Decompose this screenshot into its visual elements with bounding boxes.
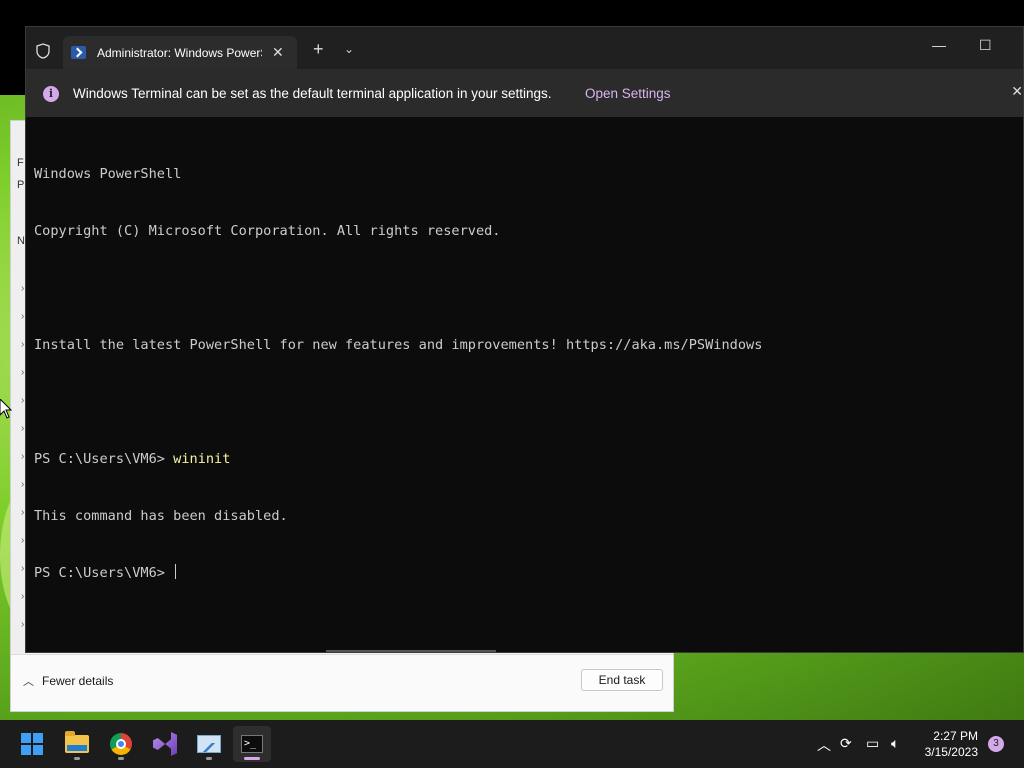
chevron-right-icon[interactable]: › bbox=[21, 563, 24, 574]
console-line: Windows PowerShell bbox=[34, 166, 182, 182]
mouse-pointer-icon bbox=[0, 399, 12, 419]
scrollbar[interactable] bbox=[326, 650, 496, 652]
minimize-button[interactable]: — bbox=[932, 37, 946, 53]
running-indicator bbox=[244, 757, 260, 760]
chevron-right-icon[interactable]: › bbox=[21, 311, 24, 322]
clock[interactable]: 2:27 PM 3/15/2023 bbox=[925, 728, 978, 760]
chevron-right-icon[interactable]: › bbox=[21, 367, 24, 378]
terminal-titlebar[interactable]: Administrator: Windows PowerShell ✕ + ⌄ … bbox=[26, 27, 1023, 69]
terminal-button[interactable]: >_ bbox=[233, 726, 271, 762]
file-explorer-icon bbox=[65, 731, 89, 753]
open-settings-link[interactable]: Open Settings bbox=[585, 86, 671, 101]
taskbar: >_ ︿ ⟳ ▭ 🔈︎ 2:27 PM 3/15/2023 3 bbox=[0, 720, 1024, 768]
infobar-message: Windows Terminal can be set as the defau… bbox=[73, 86, 552, 101]
chevron-right-icon[interactable]: › bbox=[21, 591, 24, 602]
chevron-right-icon[interactable]: › bbox=[21, 339, 24, 350]
shield-icon bbox=[36, 43, 50, 59]
chevron-right-icon[interactable]: › bbox=[21, 479, 24, 490]
chevron-right-icon[interactable]: › bbox=[21, 395, 24, 406]
chrome-button[interactable] bbox=[102, 726, 140, 762]
prompt: PS C:\Users\VM6> bbox=[34, 451, 174, 467]
prompt: PS C:\Users\VM6> bbox=[34, 565, 174, 581]
end-task-button[interactable]: End task bbox=[581, 669, 663, 691]
windows-start-icon bbox=[21, 733, 43, 755]
console-prompt-line[interactable]: PS C:\Users\VM6> bbox=[34, 564, 1015, 583]
chrome-icon bbox=[110, 733, 132, 755]
fewer-details-label: Fewer details bbox=[42, 674, 114, 688]
clock-date: 3/15/2023 bbox=[924, 745, 978, 759]
task-manager-footer: ︿ Fewer details End task bbox=[11, 654, 673, 711]
tab-powershell[interactable]: Administrator: Windows PowerShell ✕ bbox=[63, 36, 297, 69]
task-manager-letter: N bbox=[17, 235, 25, 247]
clock-time: 2:27 PM bbox=[933, 729, 978, 743]
info-icon: i bbox=[43, 86, 59, 102]
text-cursor bbox=[175, 564, 177, 579]
task-manager-letter: F bbox=[17, 157, 24, 169]
task-manager-letter: P bbox=[17, 179, 25, 191]
default-terminal-infobar: i Windows Terminal can be set as the def… bbox=[26, 69, 1023, 117]
close-icon[interactable]: ✕ bbox=[1011, 83, 1023, 100]
console-output[interactable]: Windows PowerShell Copyright (C) Microso… bbox=[34, 127, 1015, 652]
notification-badge[interactable]: 3 bbox=[988, 736, 1004, 752]
chevron-right-icon[interactable]: › bbox=[21, 619, 24, 630]
running-indicator bbox=[118, 757, 124, 760]
console-line: Install the latest PowerShell for new fe… bbox=[34, 337, 763, 353]
chevron-right-icon[interactable]: › bbox=[21, 451, 24, 462]
network-icon[interactable]: ▭ bbox=[866, 735, 879, 752]
chevron-up-icon: ︿ bbox=[23, 676, 34, 688]
chevron-right-icon[interactable]: › bbox=[21, 535, 24, 546]
performance-monitor-icon bbox=[197, 735, 221, 753]
visual-studio-icon bbox=[153, 732, 177, 756]
chevron-right-icon[interactable]: › bbox=[21, 507, 24, 518]
console-line: This command has been disabled. bbox=[34, 508, 288, 524]
visual-studio-button[interactable] bbox=[146, 726, 184, 762]
file-explorer-button[interactable] bbox=[58, 726, 96, 762]
chevron-down-icon[interactable]: ⌄ bbox=[344, 42, 354, 56]
performance-monitor-button[interactable] bbox=[190, 726, 228, 762]
maximize-button[interactable]: ☐ bbox=[979, 37, 992, 54]
console-prompt-line: PS C:\Users\VM6> wininit bbox=[34, 450, 1015, 469]
command-text: wininit bbox=[173, 451, 231, 467]
start-button[interactable] bbox=[13, 726, 51, 762]
terminal-icon: >_ bbox=[241, 735, 263, 753]
close-icon[interactable]: ✕ bbox=[272, 44, 284, 61]
new-tab-button[interactable]: + bbox=[313, 39, 324, 60]
terminal-window[interactable]: Administrator: Windows PowerShell ✕ + ⌄ … bbox=[25, 26, 1024, 653]
sync-icon[interactable]: ⟳ bbox=[840, 735, 852, 752]
fewer-details-button[interactable]: ︿ Fewer details bbox=[23, 673, 113, 689]
running-indicator bbox=[74, 757, 80, 760]
running-indicator bbox=[206, 757, 212, 760]
console-line: Copyright (C) Microsoft Corporation. All… bbox=[34, 223, 501, 239]
volume-icon[interactable]: 🔈︎ bbox=[891, 735, 899, 752]
tab-title: Administrator: Windows PowerShell bbox=[97, 45, 262, 60]
powershell-icon bbox=[71, 46, 86, 59]
chevron-up-icon[interactable]: ︿ bbox=[817, 735, 831, 755]
chevron-right-icon[interactable]: › bbox=[21, 283, 24, 294]
chevron-right-icon[interactable]: › bbox=[21, 423, 24, 434]
